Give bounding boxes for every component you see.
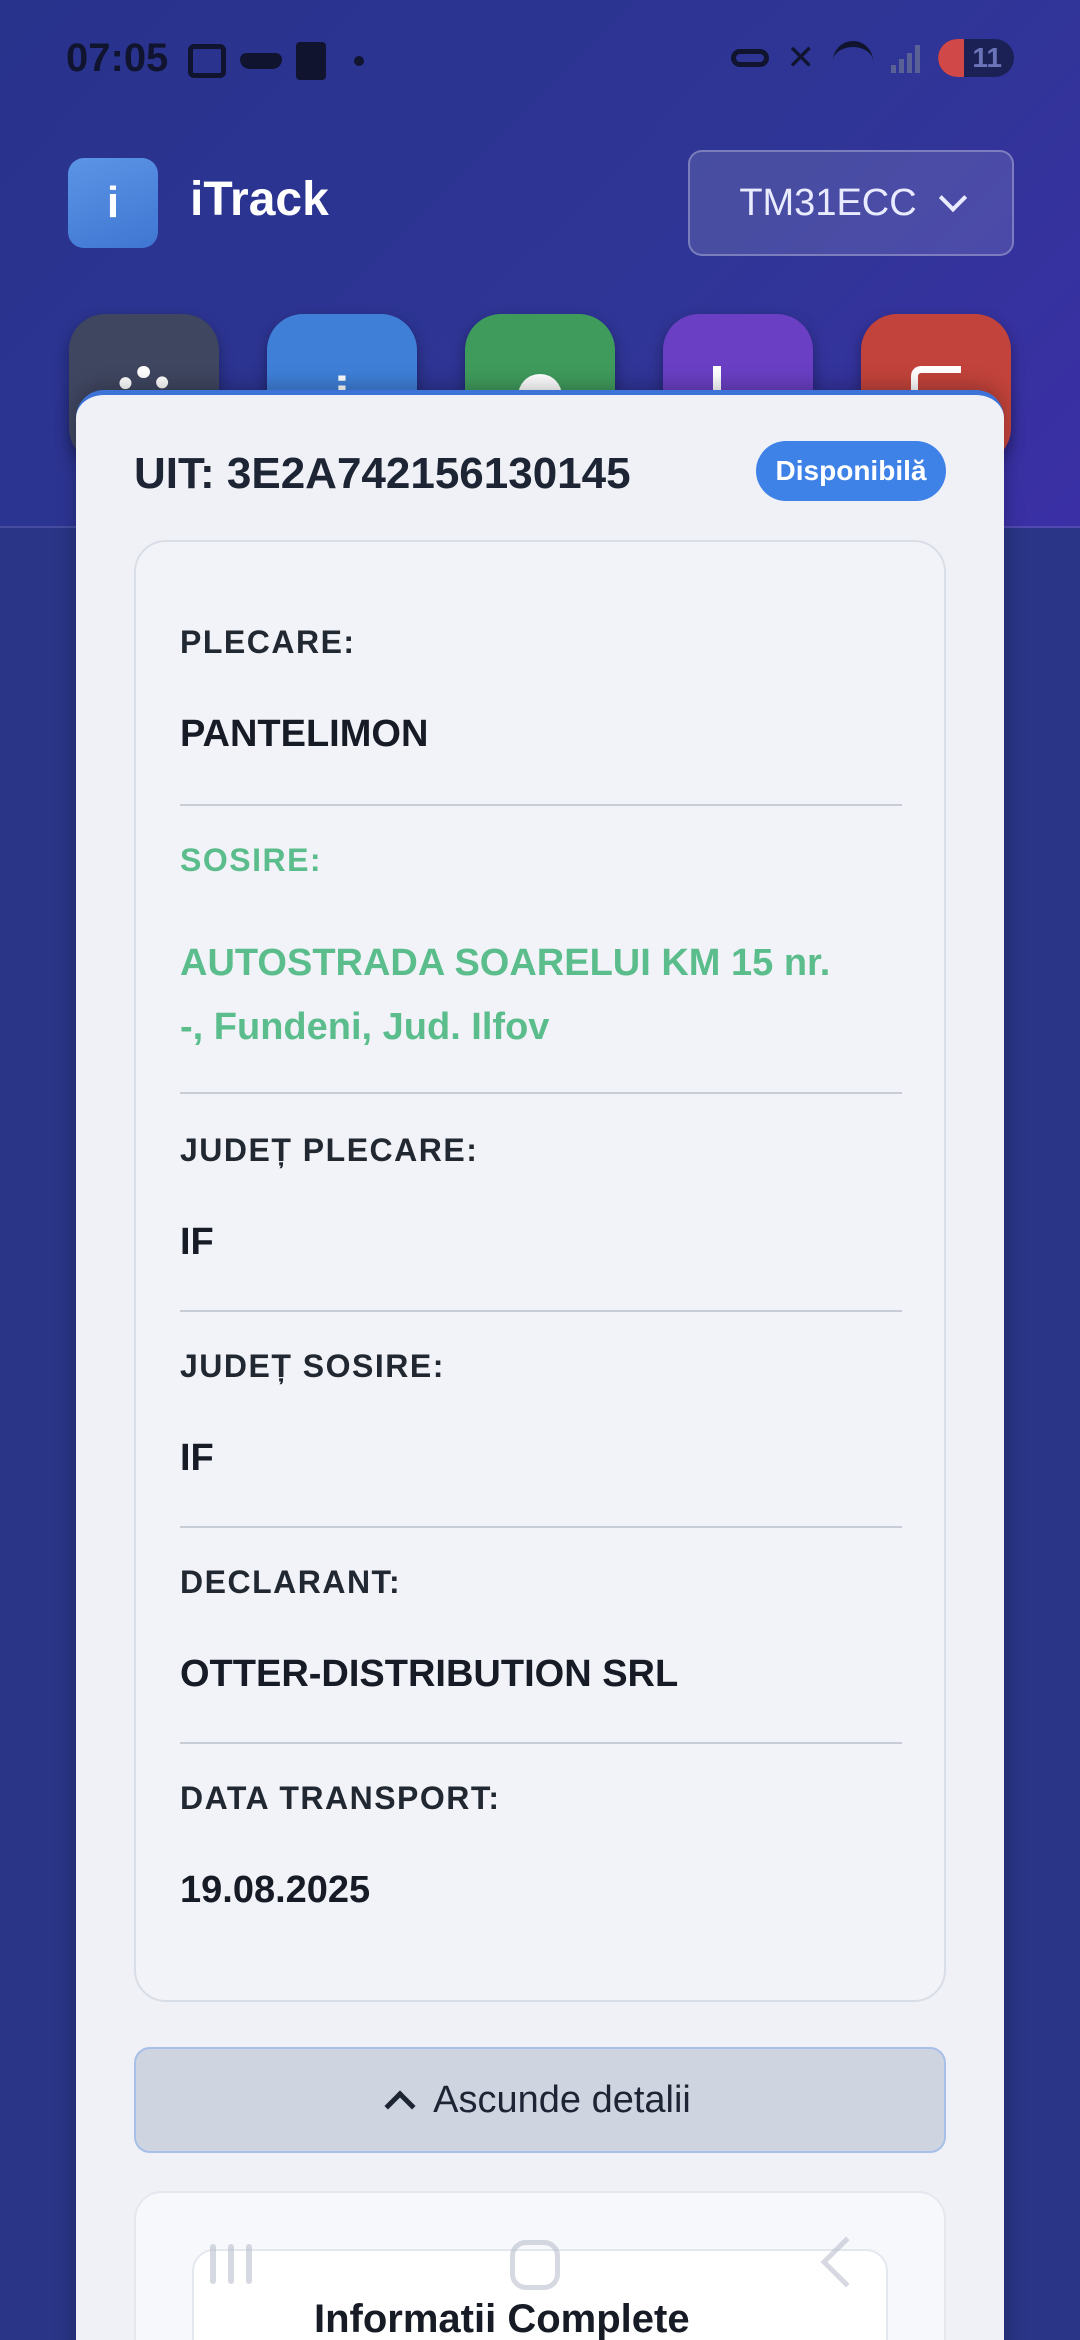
vehicle-select[interactable]: TM31ECC [688, 150, 1014, 256]
divider [180, 1092, 902, 1094]
declarant-value: OTTER-DISTRIBUTION SRL [180, 1653, 679, 1695]
chevron-up-icon [384, 2090, 416, 2122]
status-bar: 07:05 ✕ 11 [0, 0, 1080, 120]
plecare-value: PANTELIMON [180, 713, 429, 755]
notification-dot-icon [354, 56, 364, 66]
battery-level: 11 [972, 42, 1002, 73]
key-icon [730, 49, 769, 67]
status-time: 07:05 [66, 36, 169, 80]
plecare-label: PLECARE: [180, 624, 356, 660]
sosire-value-line2: -, Fundeni, Jud. Ilfov [180, 1006, 550, 1048]
hide-details-label: Ascunde detalii [433, 2078, 691, 2121]
glasses-icon [240, 53, 282, 69]
status-icons-right: ✕ 11 [730, 38, 1014, 78]
wifi-icon [833, 41, 873, 75]
recents-button[interactable] [210, 2244, 252, 2284]
judet-plecare-value: IF [180, 1221, 214, 1263]
field-declarant: DECLARANT: OTTER-DISTRIBUTION SRL [180, 1564, 900, 1696]
system-nav-bar [0, 2230, 1080, 2340]
battery-icon: 11 [938, 39, 1014, 77]
sosire-value-line1: AUTOSTRADA SOARELUI KM 15 nr. [180, 942, 831, 984]
back-button[interactable] [820, 2236, 872, 2288]
field-judet-plecare: JUDEȚ PLECARE: IF [180, 1132, 900, 1264]
data-transport-label: DATA TRANSPORT: [180, 1780, 501, 1816]
divider [180, 1526, 902, 1528]
divider [180, 804, 902, 806]
field-judet-sosire: JUDEȚ SOSIRE: IF [180, 1348, 900, 1480]
transport-card: UIT: 3E2A742156130145 Disponibilă PLECAR… [76, 390, 1004, 2340]
judet-sosire-value: IF [180, 1437, 214, 1479]
declarant-label: DECLARANT: [180, 1564, 402, 1600]
divider [180, 1742, 902, 1744]
data-transport-value: 19.08.2025 [180, 1869, 371, 1911]
phone-icon [296, 42, 326, 80]
divider [180, 1310, 902, 1312]
sosire-label: SOSIRE: [180, 842, 323, 878]
field-sosire: SOSIRE: AUTOSTRADA SOARELUI KM 15 nr. -,… [180, 842, 900, 1059]
details-panel: PLECARE: PANTELIMON SOSIRE: AUTOSTRADA S… [134, 540, 946, 2002]
judet-sosire-label: JUDEȚ SOSIRE: [180, 1348, 445, 1384]
home-button[interactable] [510, 2240, 560, 2290]
field-plecare: PLECARE: PANTELIMON [180, 624, 900, 756]
field-data-transport: DATA TRANSPORT: 19.08.2025 [180, 1780, 900, 1912]
status-icons-left [188, 42, 364, 80]
hide-details-button[interactable]: Ascunde detalii [134, 2047, 946, 2153]
vehicle-select-value: TM31ECC [739, 181, 917, 224]
screenshot-icon [188, 44, 226, 78]
chevron-down-icon [938, 183, 967, 213]
signal-icon [891, 43, 920, 73]
app-title: iTrack [190, 173, 329, 226]
judet-plecare-label: JUDEȚ PLECARE: [180, 1132, 479, 1168]
mute-icon: ✕ [786, 39, 816, 77]
uit-code: UIT: 3E2A742156130145 [134, 449, 631, 498]
status-badge: Disponibilă [756, 441, 946, 501]
app-logo: i [68, 158, 158, 248]
